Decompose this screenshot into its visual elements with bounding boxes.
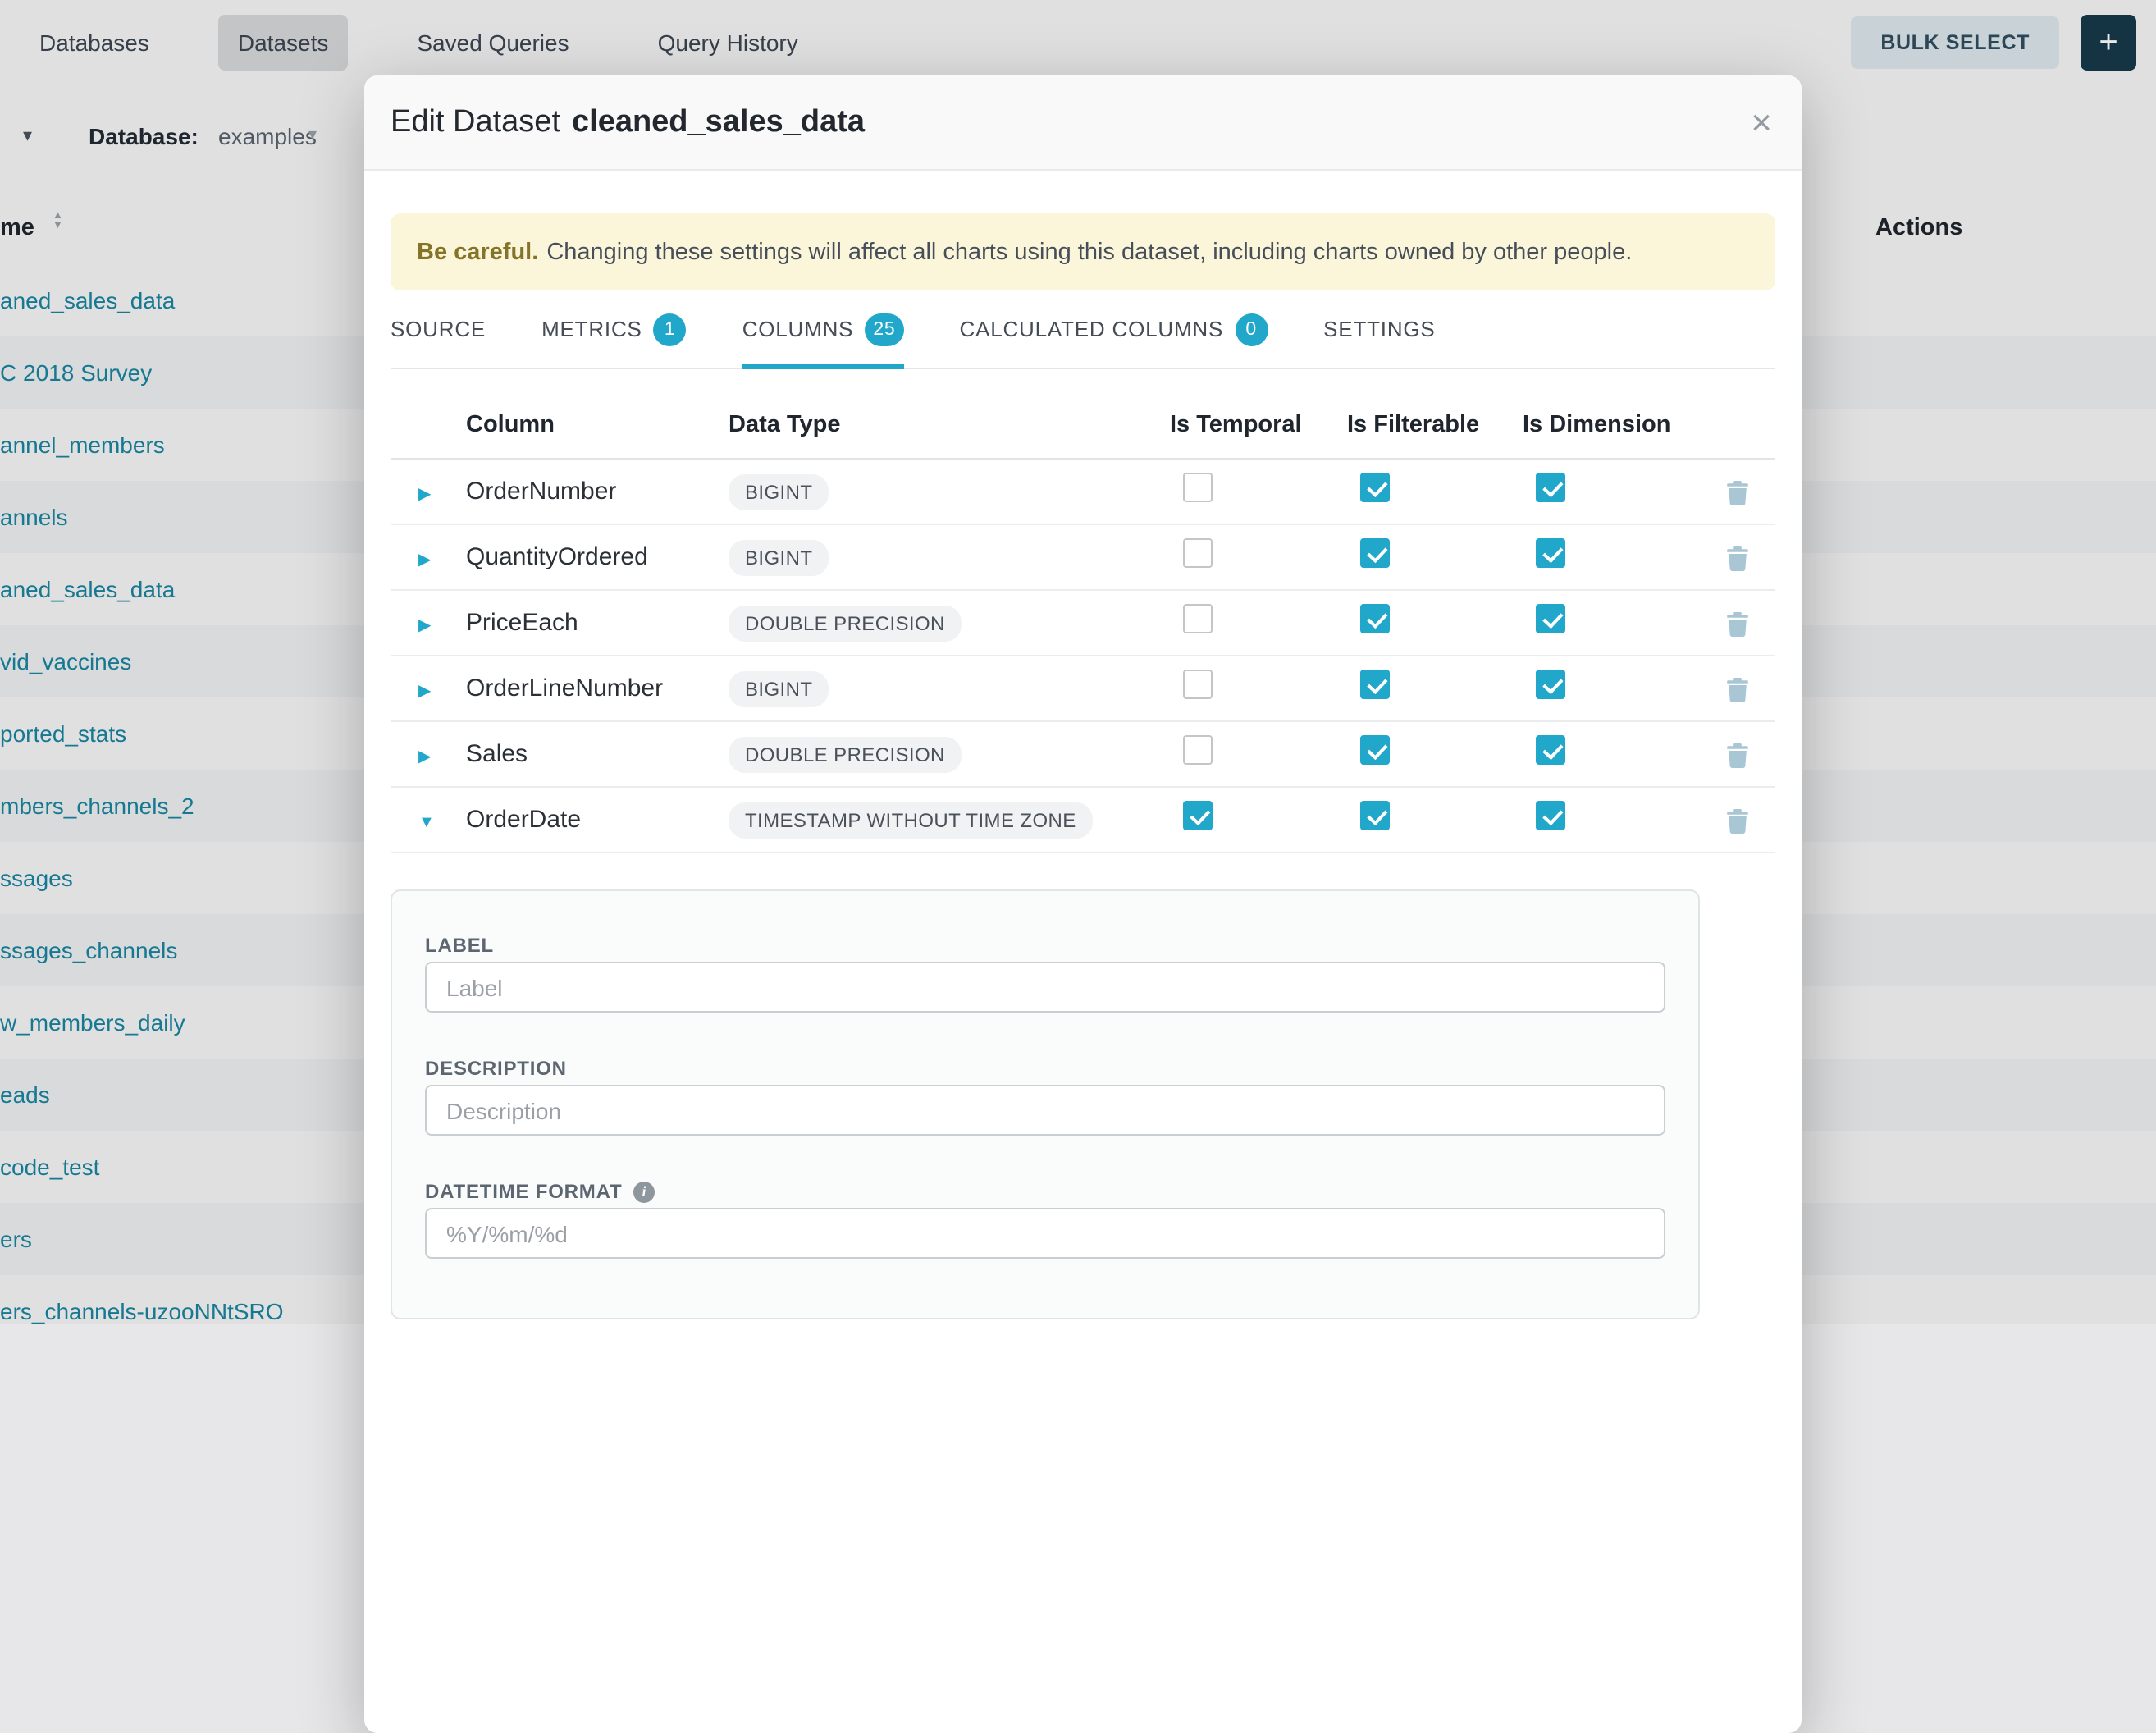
column-row: ▶ OrderLineNumber BIGINT: [391, 656, 1775, 722]
data-type-badge: DOUBLE PRECISION: [729, 736, 962, 772]
description-input[interactable]: [425, 1085, 1665, 1136]
tab-label: SOURCE: [391, 317, 486, 341]
tab-label: SETTINGS: [1323, 317, 1435, 341]
checkbox-is-filterable[interactable]: [1360, 801, 1390, 830]
column-row: ▶ PriceEach DOUBLE PRECISION: [391, 591, 1775, 656]
checkbox-is-dimension[interactable]: [1536, 473, 1565, 502]
tab-columns[interactable]: COLUMNS 25: [742, 290, 904, 368]
checkbox-is-filterable[interactable]: [1360, 670, 1390, 699]
collapse-caret-icon[interactable]: ▼: [418, 813, 435, 831]
is-temporal-header: Is Temporal: [1170, 412, 1347, 438]
checkbox-is-filterable[interactable]: [1360, 473, 1390, 502]
is-dimension-header: Is Dimension: [1523, 412, 1698, 438]
info-icon[interactable]: i: [633, 1181, 655, 1202]
column-row: ▶ Sales DOUBLE PRECISION: [391, 722, 1775, 788]
tab-label: METRICS: [541, 317, 642, 341]
tab-source[interactable]: SOURCE: [391, 290, 486, 368]
close-button[interactable]: ×: [1751, 104, 1772, 140]
modal-header: Edit Dataset cleaned_sales_data ×: [364, 75, 1802, 171]
checkbox-is-dimension[interactable]: [1536, 538, 1565, 568]
column-header: Column: [466, 412, 729, 438]
column-row: ▶ OrderNumber BIGINT: [391, 460, 1775, 525]
expand-caret-icon[interactable]: ▶: [418, 682, 431, 700]
columns-table-header: Column Data Type Is Temporal Is Filterab…: [391, 392, 1775, 460]
checkbox-is-filterable[interactable]: [1360, 735, 1390, 765]
delete-column-button[interactable]: [1720, 475, 1753, 508]
is-filterable-header: Is Filterable: [1347, 412, 1523, 438]
data-type-badge: BIGINT: [729, 670, 829, 706]
description-field-label: DESCRIPTION: [425, 1057, 1665, 1080]
label-input[interactable]: [425, 962, 1665, 1013]
checkbox-is-dimension[interactable]: [1536, 801, 1565, 830]
checkbox-is-temporal[interactable]: [1183, 670, 1213, 699]
modal-title-prefix: Edit Dataset: [391, 104, 560, 140]
column-editor-panel: LABEL DESCRIPTION DATETIME FORMAT i: [391, 889, 1700, 1319]
modal-body: Be careful. Changing these settings will…: [364, 171, 1802, 1319]
column-name: OrderDate: [466, 806, 729, 834]
column-name: Sales: [466, 740, 729, 768]
column-name: QuantityOrdered: [466, 543, 729, 571]
checkbox-is-temporal[interactable]: [1183, 801, 1213, 830]
trash-icon: [1724, 741, 1750, 767]
checkbox-is-temporal[interactable]: [1183, 538, 1213, 568]
columns-table: Column Data Type Is Temporal Is Filterab…: [391, 392, 1775, 853]
warning-bold-text: Be careful.: [417, 239, 538, 265]
data-type-badge: TIMESTAMP WITHOUT TIME ZONE: [729, 802, 1093, 838]
checkbox-is-dimension[interactable]: [1536, 735, 1565, 765]
column-name: OrderLineNumber: [466, 674, 729, 702]
warning-banner: Be careful. Changing these settings will…: [391, 213, 1775, 290]
checkbox-is-temporal[interactable]: [1183, 604, 1213, 633]
tabs: SOURCE METRICS 1 COLUMNS 25 CALCULATED C…: [391, 290, 1775, 369]
checkbox-is-temporal[interactable]: [1183, 735, 1213, 765]
tab-label: COLUMNS: [742, 317, 854, 341]
close-icon: ×: [1751, 101, 1772, 142]
datetime-format-input[interactable]: [425, 1208, 1665, 1259]
trash-icon: [1724, 807, 1750, 833]
delete-column-button[interactable]: [1720, 672, 1753, 705]
column-row: ▼ OrderDate TIMESTAMP WITHOUT TIME ZONE: [391, 788, 1775, 853]
expand-caret-icon[interactable]: ▶: [418, 748, 431, 766]
checkbox-is-temporal[interactable]: [1183, 473, 1213, 502]
edit-dataset-modal: Edit Dataset cleaned_sales_data × Be car…: [364, 75, 1802, 1733]
tab-metrics[interactable]: METRICS 1: [541, 290, 687, 368]
trash-icon: [1724, 610, 1750, 636]
tab-settings[interactable]: SETTINGS: [1323, 290, 1435, 368]
columns-table-body: ▶ OrderNumber BIGINT ▶ QuantityOrdered B…: [391, 460, 1775, 853]
trash-icon: [1724, 478, 1750, 505]
column-row: ▶ QuantityOrdered BIGINT: [391, 525, 1775, 591]
expand-caret-icon[interactable]: ▶: [418, 551, 431, 569]
expand-caret-icon[interactable]: ▶: [418, 485, 431, 503]
tab-count-badge: 1: [654, 313, 687, 345]
modal-title: Edit Dataset cleaned_sales_data: [391, 104, 865, 140]
checkbox-is-dimension[interactable]: [1536, 604, 1565, 633]
data-type-badge: BIGINT: [729, 473, 829, 510]
tab-count-badge: 25: [865, 313, 903, 345]
datetime-format-label-text: DATETIME FORMAT: [425, 1180, 622, 1203]
delete-column-button[interactable]: [1720, 803, 1753, 836]
label-field-label: LABEL: [425, 934, 1665, 957]
checkbox-is-filterable[interactable]: [1360, 538, 1390, 568]
dataset-name: cleaned_sales_data: [572, 104, 865, 140]
tab-calculated-columns[interactable]: CALCULATED COLUMNS 0: [960, 290, 1268, 368]
expand-caret-icon[interactable]: ▶: [418, 616, 431, 634]
datetime-format-field-label: DATETIME FORMAT i: [425, 1180, 1665, 1203]
delete-column-button[interactable]: [1720, 738, 1753, 770]
tab-label: CALCULATED COLUMNS: [960, 317, 1224, 341]
trash-icon: [1724, 675, 1750, 702]
data-type-badge: BIGINT: [729, 539, 829, 575]
warning-text: Changing these settings will affect all …: [546, 239, 1632, 265]
column-name: PriceEach: [466, 609, 729, 637]
app-root: DatabasesDatasetsSaved QueriesQuery Hist…: [0, 0, 2156, 1324]
checkbox-is-filterable[interactable]: [1360, 604, 1390, 633]
delete-column-button[interactable]: [1720, 606, 1753, 639]
trash-icon: [1724, 544, 1750, 570]
data-type-header: Data Type: [729, 412, 1170, 438]
tab-count-badge: 0: [1235, 313, 1268, 345]
column-name: OrderNumber: [466, 478, 729, 505]
checkbox-is-dimension[interactable]: [1536, 670, 1565, 699]
delete-column-button[interactable]: [1720, 541, 1753, 574]
data-type-badge: DOUBLE PRECISION: [729, 605, 962, 641]
